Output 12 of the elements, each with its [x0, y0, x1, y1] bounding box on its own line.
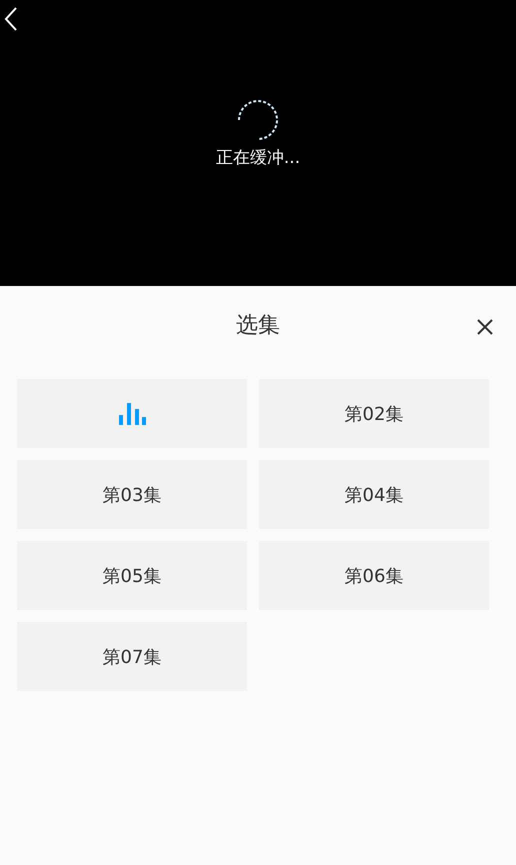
panel-title: 选集 [236, 312, 280, 340]
buffering-text: 正在缓冲... [216, 147, 300, 169]
playing-bars-icon [118, 402, 146, 424]
back-icon[interactable] [4, 6, 18, 32]
close-icon[interactable] [476, 318, 494, 336]
episode-button[interactable]: 第02集 [259, 379, 489, 448]
episode-button[interactable]: 第05集 [17, 541, 247, 610]
episode-button[interactable]: 第03集 [17, 460, 247, 529]
episode-button[interactable]: 第07集 [17, 622, 247, 691]
loading-spinner-icon [238, 100, 278, 140]
episode-button[interactable]: 第04集 [259, 460, 489, 529]
episode-button[interactable]: 第06集 [259, 541, 489, 610]
